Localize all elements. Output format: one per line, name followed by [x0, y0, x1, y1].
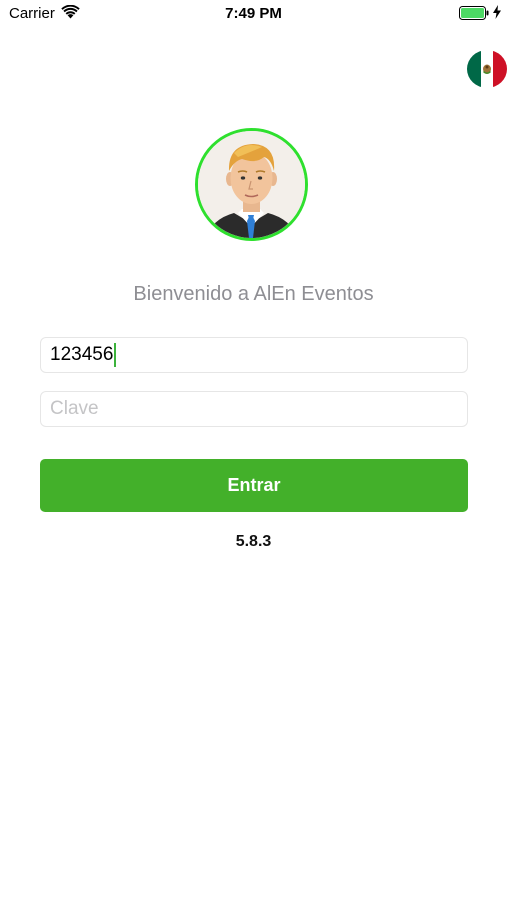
password-placeholder: Clave	[50, 398, 99, 419]
language-flag-button[interactable]	[467, 50, 507, 88]
password-field[interactable]: Clave	[40, 391, 468, 427]
app-version: 5.8.3	[235, 533, 272, 550]
status-bar: Carrier 7:49 PM	[0, 0, 507, 28]
clock: 7:49 PM	[225, 5, 282, 22]
username-field[interactable]: 123456	[40, 337, 468, 373]
user-avatar	[195, 128, 308, 241]
enter-button[interactable]: Entrar	[40, 459, 468, 512]
welcome-text: Bienvenido a AlEn Eventos	[133, 283, 374, 305]
businessman-avatar-icon	[198, 131, 305, 238]
charging-bolt-icon	[493, 5, 501, 19]
username-value: 123456	[50, 344, 114, 365]
login-screen: Carrier 7:49 PM Bienvenido a AlEn Evento…	[0, 0, 507, 900]
text-cursor	[114, 343, 117, 367]
mexico-flag-icon	[467, 50, 507, 88]
battery-icon	[459, 6, 489, 20]
